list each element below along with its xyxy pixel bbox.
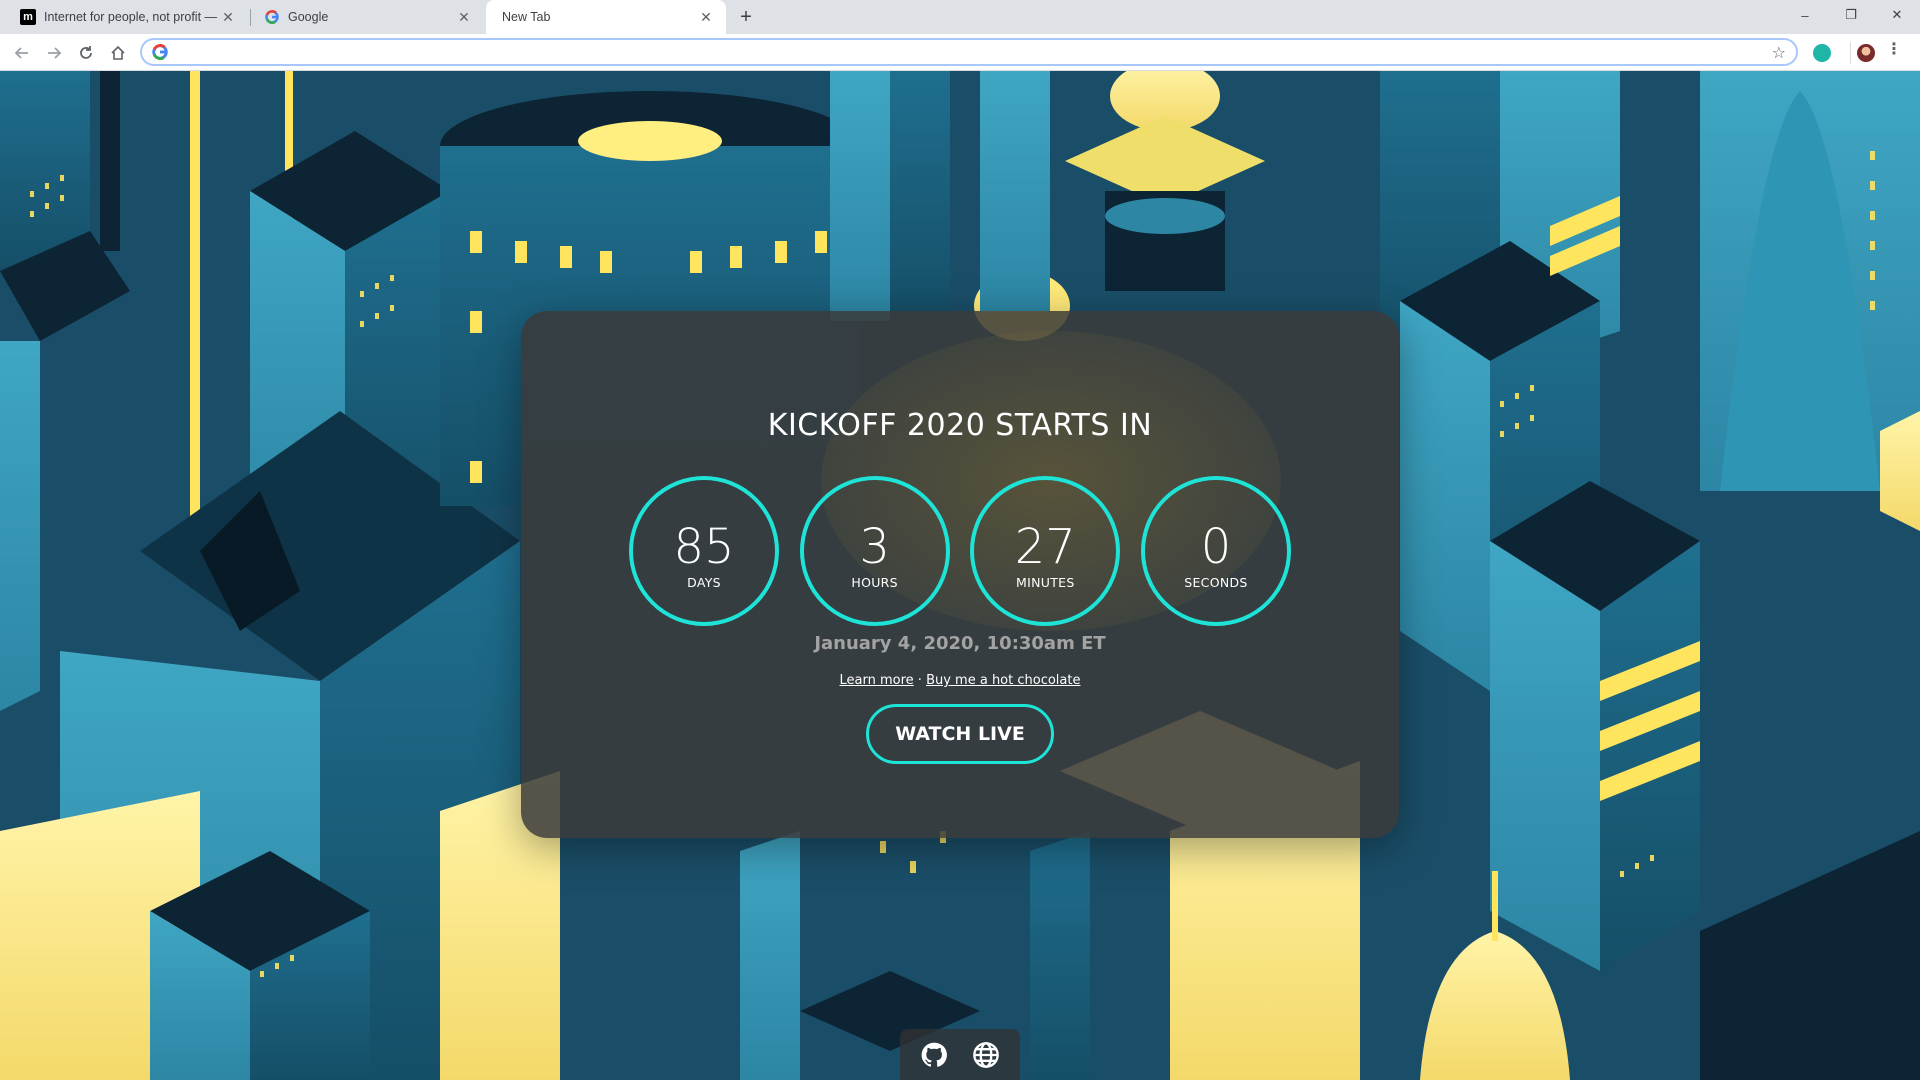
- google-g-icon: [152, 44, 168, 60]
- watch-live-button[interactable]: WATCH LIVE: [866, 704, 1054, 764]
- address-input[interactable]: [176, 42, 1736, 64]
- countdown-timer: 85 DAYS 3 HOURS 27 MINUTES 0 SECONDS: [629, 476, 1291, 626]
- countdown-seconds: 0 SECONDS: [1140, 476, 1291, 626]
- close-window-button[interactable]: ✕: [1874, 0, 1920, 30]
- event-date: January 4, 2020, 10:30am ET: [814, 633, 1106, 654]
- seconds-value: 0: [1200, 518, 1232, 575]
- reload-button[interactable]: [73, 40, 99, 66]
- learn-more-link[interactable]: Learn more: [840, 673, 914, 688]
- hours-value: 3: [859, 518, 890, 575]
- countdown-minutes: 27 MINUTES: [970, 476, 1121, 626]
- forward-arrow-icon: [48, 47, 62, 59]
- home-icon: [111, 45, 125, 60]
- new-tab-page: KICKOFF 2020 STARTS IN 85 DAYS 3 HOURS 2…: [0, 71, 1920, 1080]
- tab-strip: m Internet for people, not profit — ✕ Go…: [0, 0, 1920, 34]
- hours-label: HOURS: [851, 574, 898, 590]
- link-separator: ·: [913, 673, 927, 688]
- tab-title: Google: [288, 10, 329, 24]
- google-g-icon: [264, 9, 280, 25]
- minutes-value: 27: [1014, 518, 1076, 575]
- countdown-days: 85 DAYS: [629, 476, 779, 626]
- tab-title: Internet for people, not profit —: [44, 10, 218, 24]
- new-tab-button[interactable]: +: [734, 5, 758, 29]
- address-bar[interactable]: ☆: [140, 38, 1798, 66]
- countdown-title: KICKOFF 2020 STARTS IN: [767, 408, 1153, 443]
- github-icon[interactable]: [919, 1040, 949, 1070]
- tab-separator: [250, 9, 251, 26]
- home-button[interactable]: [105, 40, 131, 66]
- back-arrow-icon: [14, 47, 28, 59]
- reload-icon: [80, 46, 92, 59]
- close-icon[interactable]: ✕: [456, 9, 472, 25]
- days-value: 85: [673, 518, 735, 575]
- restore-button[interactable]: ❐: [1828, 0, 1874, 30]
- close-icon[interactable]: ✕: [220, 9, 236, 25]
- tab-mozilla[interactable]: m Internet for people, not profit — ✕: [8, 0, 248, 34]
- days-label: DAYS: [687, 574, 721, 590]
- card-links: Learn more · Buy me a hot chocolate: [521, 673, 1399, 688]
- tab-google[interactable]: Google ✕: [252, 0, 484, 34]
- hot-chocolate-link[interactable]: Buy me a hot chocolate: [926, 673, 1080, 688]
- seconds-label: SECONDS: [1184, 574, 1248, 590]
- countdown-hours: 3 HOURS: [799, 476, 950, 626]
- forward-button[interactable]: [41, 40, 67, 66]
- minimize-button[interactable]: –: [1782, 0, 1828, 30]
- footer-icon-bar: [900, 1029, 1020, 1080]
- extension-icon[interactable]: [1813, 44, 1831, 62]
- browser-toolbar: ☆ ⋮: [0, 34, 1920, 71]
- menu-icon[interactable]: ⋮: [1886, 42, 1902, 58]
- back-button[interactable]: [9, 40, 35, 66]
- avatar[interactable]: [1857, 44, 1875, 62]
- countdown-card: KICKOFF 2020 STARTS IN 85 DAYS 3 HOURS 2…: [521, 311, 1399, 838]
- tab-title: New Tab: [502, 10, 551, 24]
- close-icon[interactable]: ✕: [698, 9, 714, 25]
- bookmark-star-icon[interactable]: ☆: [1772, 43, 1786, 63]
- toolbar-divider: [1850, 42, 1851, 64]
- tab-new-tab[interactable]: New Tab ✕: [486, 0, 726, 34]
- m-logo-icon: m: [20, 9, 36, 25]
- minutes-label: MINUTES: [1016, 574, 1075, 590]
- globe-icon[interactable]: [971, 1040, 1001, 1070]
